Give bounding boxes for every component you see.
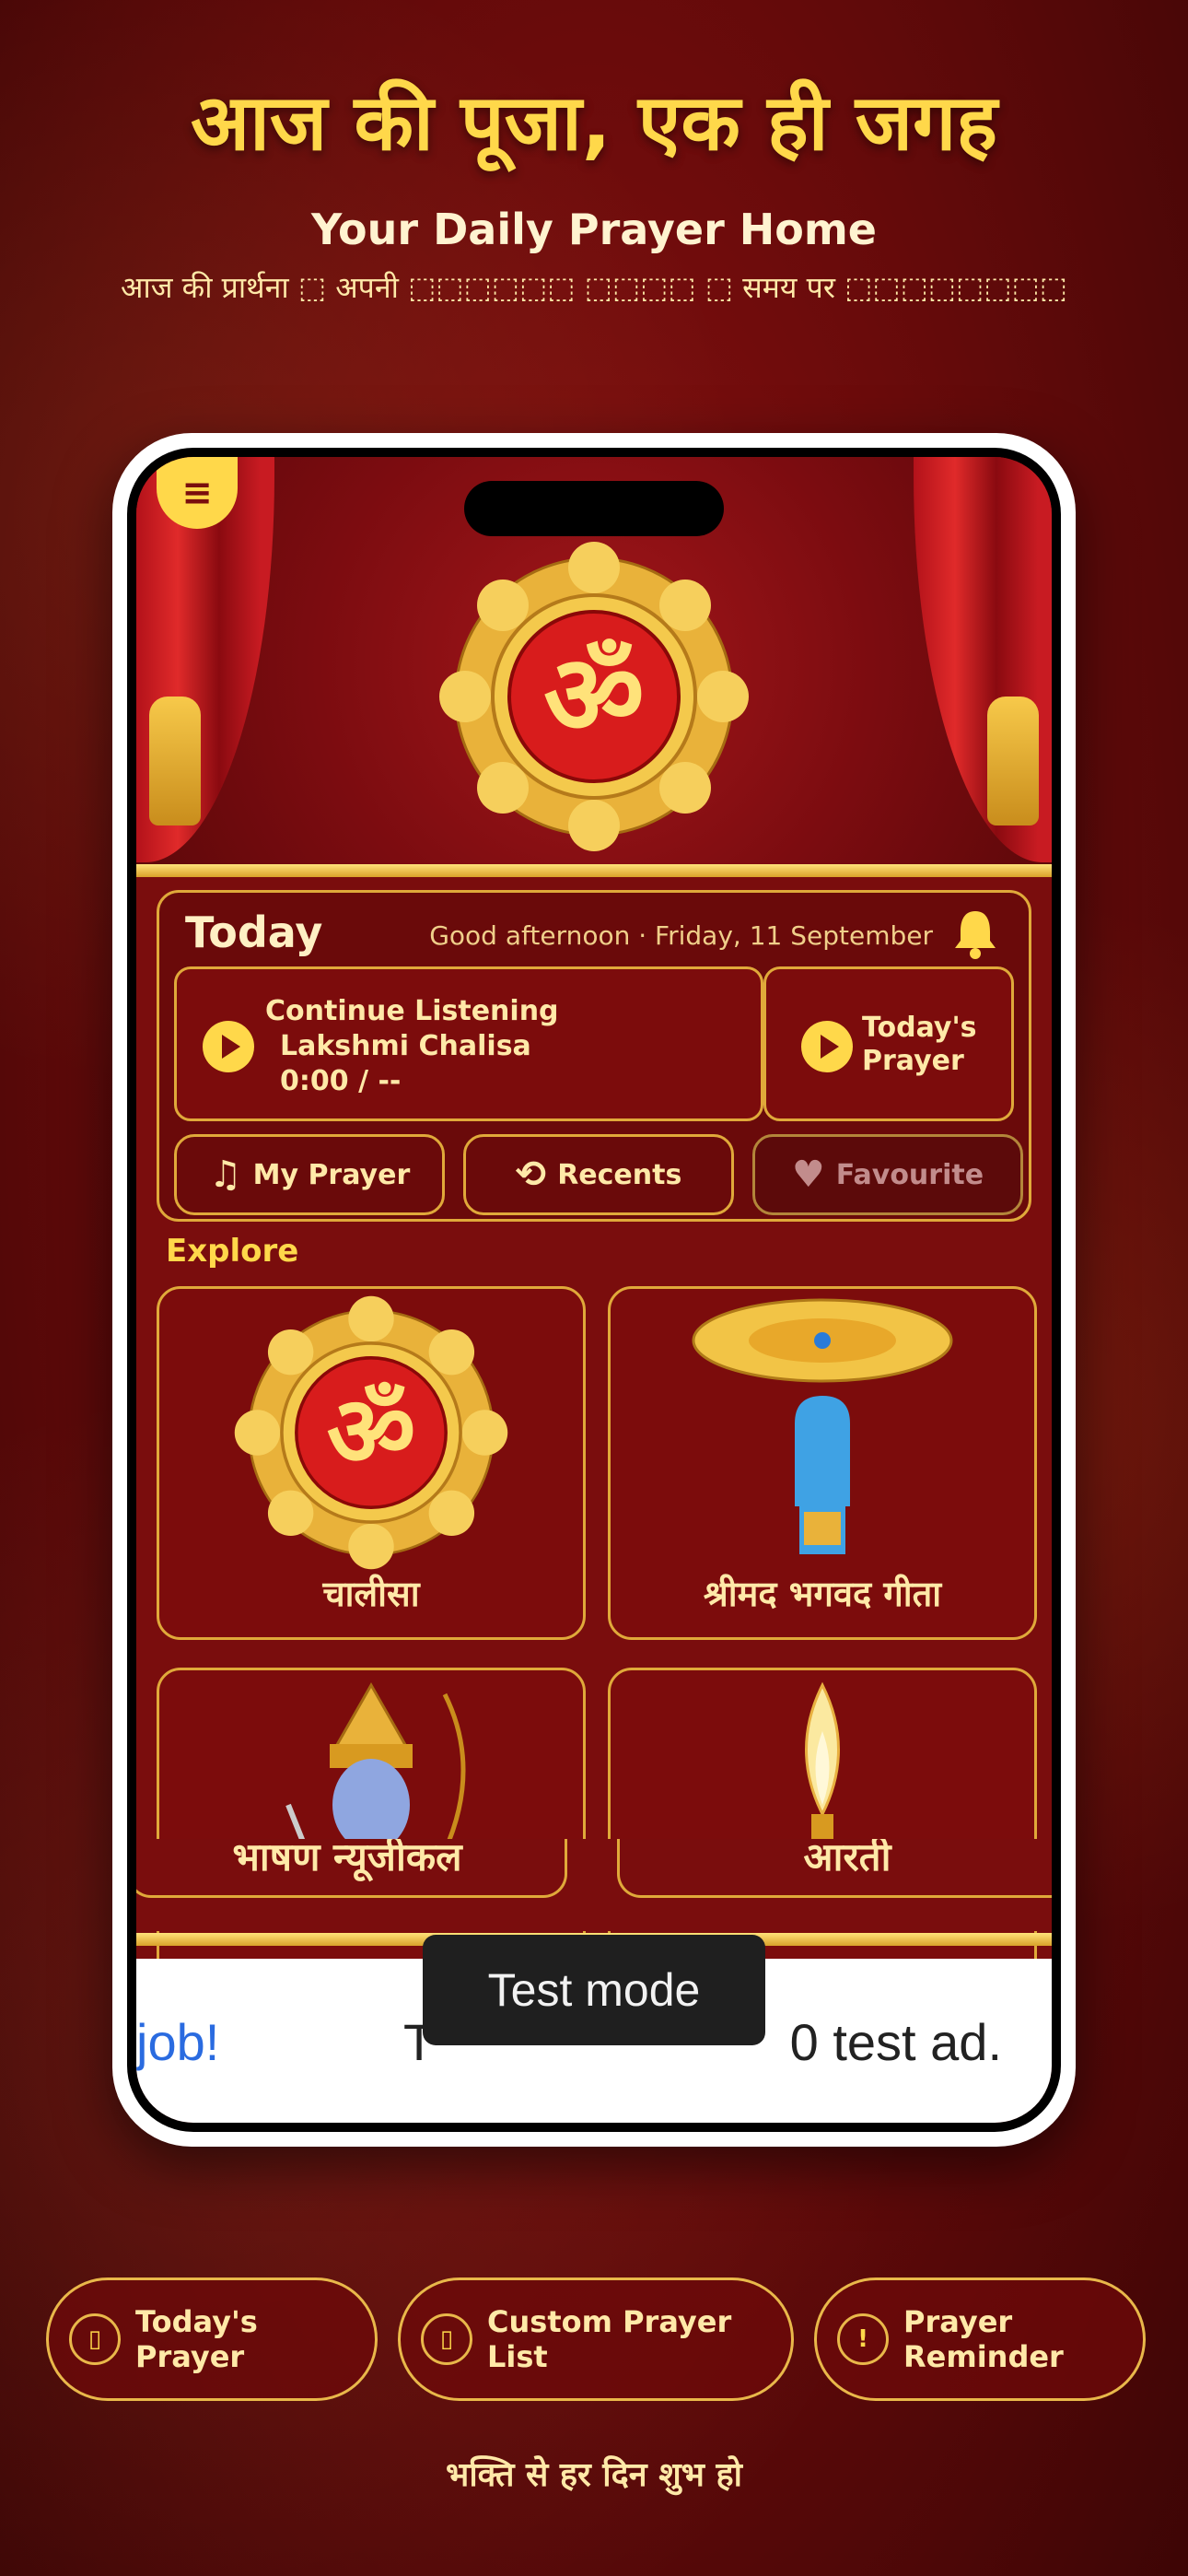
play-icon[interactable] [203,1021,254,1072]
exclamation-icon: ! [837,2313,889,2365]
tile-label-strip: भाषण न्यूजीकल आरती [136,1839,1052,1931]
tile-label-ram: भाषण न्यूजीकल [136,1839,567,1898]
phone-frame: ॐ ≡ Today Good afternoon · Friday, 11 Se… [112,433,1076,2147]
gold-divider [136,864,1052,877]
heart-icon: ♥ [791,1153,825,1196]
sudarshan-chakra-icon [692,1298,953,1554]
music-list-icon: ♫ [208,1153,242,1196]
chip-label: Prayer Reminder [903,2304,1064,2374]
favourite-label: Favourite [835,1158,984,1191]
diya-flame-icon [805,1681,840,1851]
ad-text-right: 0 test ad. [789,2013,1002,2071]
my-prayer-button[interactable]: ♫ My Prayer [174,1134,445,1215]
om-emblem-icon: ॐ [234,1295,508,1570]
todays-prayer-line2: Prayer [862,1045,964,1077]
tagline: आज की प्रार्थना ⬚ अपनी ⬚⬚⬚⬚⬚⬚ ⬚⬚⬚⬚ ⬚ समय… [121,270,1067,305]
test-mode-toast: Test mode [423,1935,765,2045]
phone-bezel: ॐ ≡ Today Good afternoon · Friday, 11 Se… [127,448,1061,2132]
prayer-reminder-chip[interactable]: ! Prayer Reminder [814,2277,1146,2401]
explore-heading: Explore [166,1233,299,1270]
todays-prayer-line1: Today's [862,1012,977,1044]
tassel-right [987,697,1039,825]
tile-label: चालीसा [322,1574,420,1614]
om-emblem-icon: ॐ [439,542,749,851]
tile-label: श्रीमद भगवद गीता [703,1574,942,1614]
my-prayer-label: My Prayer [252,1158,411,1191]
today-card: Today Good afternoon · Friday, 11 Septem… [157,890,1031,1222]
play-icon[interactable] [801,1021,853,1072]
track-name: Lakshmi Chalisa [280,1030,531,1062]
todays-prayer-card[interactable]: Today's Prayer [763,966,1014,1121]
custom-prayer-list-chip[interactable]: ▯ Custom Prayer List [398,2277,794,2401]
ad-text-left: job! [136,2013,220,2071]
continue-listening-card[interactable]: Continue Listening Lakshmi Chalisa 0:00 … [174,966,763,1121]
track-time: 0:00 / -- [280,1065,402,1097]
headline: आज की पूजा, एक ही जगह [191,77,997,168]
box-icon: ▯ [421,2313,472,2365]
box-icon: ▯ [69,2313,121,2365]
tile-label-aarti: आरती [617,1839,1052,1898]
tassel-left [149,697,201,825]
tile-bhagavad-gita[interactable]: श्रीमद भगवद गीता [608,1286,1037,1640]
svg-text:ॐ: ॐ [327,1375,416,1488]
greeting-text: Good afternoon · Friday, 11 September [429,920,933,951]
bell-icon[interactable] [948,906,1003,961]
app-screen: ॐ ≡ Today Good afternoon · Friday, 11 Se… [136,457,1052,2123]
footer-blessing: भक्ति से हर दिन शुभ हो [446,2456,742,2494]
recents-button[interactable]: ⟲ Recents [463,1134,734,1215]
today-title: Today [185,907,323,957]
recents-label: Recents [557,1158,682,1191]
tile-chalisa[interactable]: ॐ चालीसा [157,1286,586,1640]
continue-label: Continue Listening [265,995,559,1027]
history-icon: ⟲ [515,1153,547,1196]
subhead: Your Daily Prayer Home [310,205,878,254]
svg-text:ॐ: ॐ [543,632,644,760]
dynamic-island [464,481,724,536]
chip-label: Custom Prayer List [487,2304,732,2374]
todays-prayer-label: Today's Prayer [862,1012,976,1078]
lord-rama-icon [285,1681,466,1853]
todays-prayer-chip[interactable]: ▯ Today's Prayer [46,2277,378,2401]
chip-label: Today's Prayer [135,2304,258,2374]
favourite-button[interactable]: ♥ Favourite [752,1134,1023,1215]
